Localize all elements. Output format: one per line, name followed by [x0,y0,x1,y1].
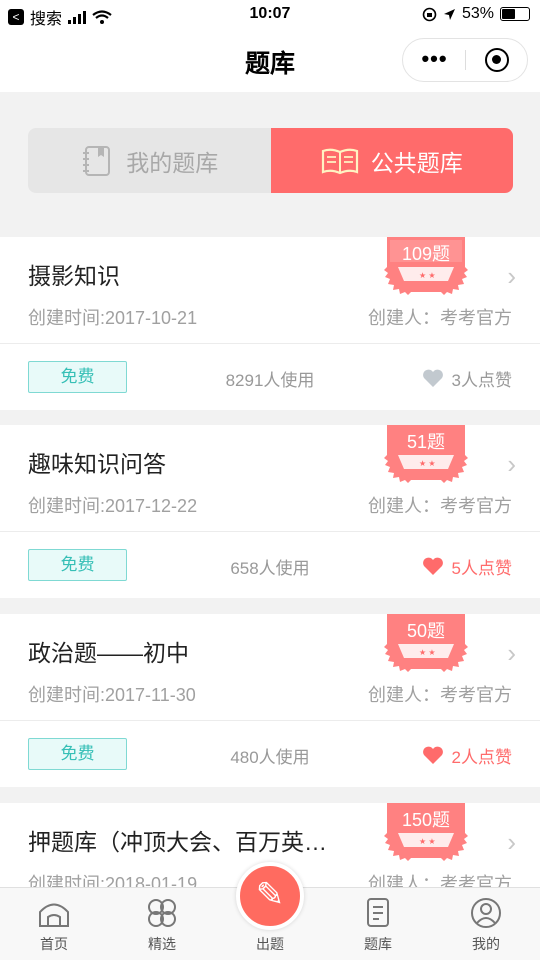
clover-icon [148,899,176,927]
question-bank-card[interactable]: ★ ★ 109题 摄影知识 › 创建时间:2017-10-21 创建人：考考官方… [0,237,540,410]
tab-create-label: 出题 [256,936,284,952]
like-button[interactable]: 3人点赞 [422,366,512,391]
document-icon [367,898,389,927]
free-badge: 免费 [28,549,127,581]
like-button[interactable]: 5人点赞 [422,554,512,579]
tab-mine[interactable]: 我的 [432,888,540,960]
tab-my-bank[interactable]: 我的题库 [28,128,271,193]
bank-title: 押题库（冲顶大会、百万英… [28,829,327,855]
free-badge: 免费 [28,361,127,393]
creator: 创建人：考考官方 [368,308,512,328]
bank-title: 摄影知识 [28,263,120,289]
tab-bank-label: 题库 [364,936,392,952]
like-count: 3人点赞 [451,371,512,390]
like-button[interactable]: 2人点赞 [422,743,512,768]
heart-icon [422,746,443,764]
battery-percent: 53% [461,5,494,22]
created-date: 创建时间:2017-10-21 [28,308,198,328]
question-count: 109题 [401,244,451,264]
tab-my-bank-label: 我的题库 [126,149,219,176]
usage-count: 658人使用 [230,559,310,578]
like-count: 2人点赞 [451,748,512,767]
tab-mine-label: 我的 [472,936,500,952]
notebook-icon [83,145,111,176]
like-count: 5人点赞 [451,559,512,578]
status-right: 53% [422,5,530,23]
heart-icon [422,557,443,575]
status-bar: < 搜索 10:07 53% [0,0,540,30]
svg-text:★ ★: ★ ★ [419,648,436,657]
chevron-right-icon: › [507,827,516,857]
creator: 创建人：考考官方 [368,496,512,516]
close-target-icon[interactable] [485,48,509,72]
question-count: 150题 [401,810,451,830]
bank-title: 政治题——初中 [28,640,189,666]
card-divider [0,531,540,532]
question-count: 50题 [406,621,446,641]
chevron-right-icon: › [507,261,516,291]
question-bank-card[interactable]: ★ ★ 51题 趣味知识问答 › 创建时间:2017-12-22 创建人：考考官… [0,425,540,598]
capsule-divider [465,50,466,70]
bank-title: 趣味知识问答 [28,451,166,477]
bank-tab-switch: 我的题库 公共题库 [28,128,513,193]
tab-home-label: 首页 [40,936,68,952]
created-date: 创建时间:2017-11-30 [28,685,196,705]
tab-public-bank-label: 公共题库 [370,149,463,176]
creator: 创建人：考考官方 [368,685,512,705]
tab-featured-label: 精选 [148,936,176,952]
orientation-lock-icon [422,7,437,21]
tab-featured[interactable]: 精选 [108,888,216,960]
card-divider [0,720,540,721]
card-divider [0,343,540,344]
nav-bar: 题库 ••• [0,30,540,92]
chevron-right-icon: › [507,449,516,479]
user-icon [471,898,501,928]
usage-count: 8291人使用 [225,371,315,390]
heart-icon [422,369,443,387]
tab-home[interactable]: 首页 [0,888,108,960]
battery-fill [502,9,515,19]
question-count: 51题 [406,432,446,452]
question-bank-card[interactable]: ★ ★ 50题 政治题——初中 › 创建时间:2017-11-30 创建人：考考… [0,614,540,787]
battery-icon [500,7,530,21]
usage-count: 480人使用 [230,748,310,767]
home-icon [39,903,69,927]
location-icon [443,8,455,20]
tab-bank[interactable]: 题库 [324,888,432,960]
more-icon[interactable]: ••• [403,39,466,81]
chevron-right-icon: › [507,638,516,668]
tab-public-bank[interactable]: 公共题库 [270,128,513,193]
free-badge: 免费 [28,738,127,770]
created-date: 创建时间:2017-12-22 [28,496,198,516]
mini-program-capsule: ••• [402,38,528,82]
svg-text:★ ★: ★ ★ [419,459,436,468]
open-book-icon [321,148,358,174]
svg-text:★ ★: ★ ★ [419,837,436,846]
svg-text:★ ★: ★ ★ [419,271,436,280]
pencil-icon: ✎ [255,876,285,914]
create-question-button[interactable]: ✎ [236,862,304,930]
